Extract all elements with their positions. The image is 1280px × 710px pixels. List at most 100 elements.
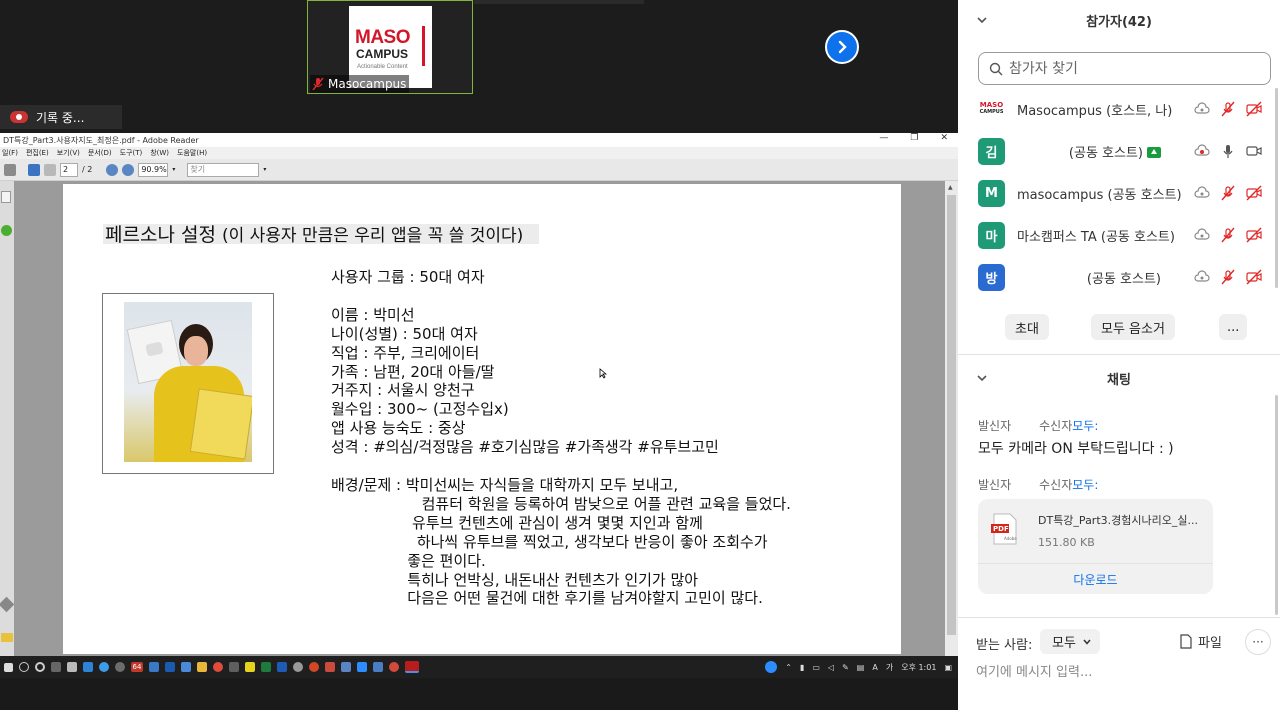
restore-button[interactable]: ❐	[910, 133, 918, 143]
participant-row[interactable]: 방 (공동 호스트)	[958, 256, 1280, 298]
clock[interactable]: 오후 1:01	[901, 662, 936, 673]
ime-icon[interactable]: A	[872, 663, 877, 672]
mic-muted-icon[interactable]	[1220, 227, 1236, 243]
zoom-app-icon[interactable]	[357, 662, 367, 672]
powerpoint-icon[interactable]	[309, 662, 319, 672]
mic-icon[interactable]	[1220, 143, 1236, 159]
chrome-icon[interactable]	[389, 662, 399, 672]
chat-message-input[interactable]: 여기에 메시지 입력...	[976, 661, 1092, 680]
video-off-icon[interactable]	[1246, 227, 1262, 243]
settings-icon[interactable]	[293, 662, 303, 672]
participant-search-input[interactable]	[1009, 60, 1259, 77]
participant-row[interactable]: M masocampus (공동 호스트)	[958, 172, 1280, 214]
speaker-icon[interactable]: ◁	[828, 663, 834, 672]
recipient-link[interactable]: 모두:	[1072, 419, 1098, 433]
video-off-icon[interactable]	[1246, 185, 1262, 201]
file-button[interactable]: 파일	[1180, 632, 1222, 651]
more-chat-options-button[interactable]: ···	[1245, 629, 1271, 655]
adobe-reader-icon[interactable]	[405, 661, 419, 673]
ime-hangul-icon[interactable]: 가	[886, 662, 893, 673]
close-button[interactable]: ✕	[940, 133, 948, 143]
network-icon[interactable]: ▭	[812, 663, 820, 672]
participant-scrollbar[interactable]	[1275, 88, 1278, 288]
menu-tools[interactable]: 도구(T)	[120, 148, 143, 158]
maps-icon[interactable]	[229, 662, 239, 672]
edge-new-icon[interactable]	[99, 662, 109, 672]
video-off-icon[interactable]	[1246, 101, 1262, 117]
download-button[interactable]: 다운로드	[978, 563, 1213, 594]
menu-view[interactable]: 보기(V)	[57, 148, 80, 158]
help-icon[interactable]	[1, 225, 12, 236]
recording-indicator[interactable]: 기록 중...	[0, 105, 122, 129]
participant-row[interactable]: 김 (공동 호스트)	[958, 130, 1280, 172]
chevron-down-icon[interactable]	[976, 372, 988, 384]
help-tray-icon[interactable]	[765, 661, 778, 673]
word-icon[interactable]	[277, 662, 287, 672]
reader-title-bar: DT특강_Part3.사용자지도_최정은.pdf - Adobe Reader …	[0, 133, 958, 147]
print-icon[interactable]	[4, 163, 16, 176]
kakao-icon[interactable]	[245, 662, 255, 672]
next-page-icon[interactable]	[44, 163, 56, 176]
video-tile-masocampus[interactable]: MASO CAMPUS Actionable Content Masocampu…	[307, 0, 473, 94]
recipient-select[interactable]: 모두	[1040, 629, 1100, 654]
comment-icon[interactable]	[1, 633, 13, 642]
prev-page-icon[interactable]	[28, 163, 40, 176]
excel-icon[interactable]	[261, 662, 271, 672]
page-number-input[interactable]: 2	[60, 162, 78, 177]
app-icon[interactable]	[181, 662, 191, 672]
participant-row[interactable]: 마 마소캠퍼스 TA (공동 호스트)	[958, 214, 1280, 256]
menu-file[interactable]: 일(F)	[2, 148, 18, 158]
chat-scrollbar[interactable]	[1275, 395, 1278, 615]
pen-icon[interactable]: ✎	[842, 663, 849, 672]
reader-scrollbar[interactable]: ▲	[945, 181, 958, 656]
notification-icon[interactable]: ▣	[944, 663, 952, 672]
app-icon[interactable]	[373, 662, 383, 672]
more-options-button[interactable]: ...	[1219, 314, 1248, 340]
chevron-up-icon[interactable]: ⌃	[785, 663, 792, 672]
app-icon[interactable]	[325, 662, 335, 672]
participant-name: masocampus (공동 호스트)	[1017, 187, 1182, 203]
zoom-input[interactable]: 90.9%	[138, 162, 169, 177]
app-icon[interactable]	[341, 662, 351, 672]
chat-header[interactable]: 채팅	[958, 361, 1280, 395]
keyboard-icon[interactable]: ▤	[857, 663, 865, 672]
pages-icon[interactable]	[1, 191, 11, 203]
reader-title: DT특강_Part3.사용자지도_최정은.pdf - Adobe Reader	[3, 135, 199, 145]
task-view-icon[interactable]	[51, 662, 61, 672]
store-icon[interactable]	[67, 662, 77, 672]
video-icon[interactable]	[1246, 143, 1262, 159]
chrome-icon[interactable]	[213, 662, 223, 672]
windows-start-icon[interactable]	[4, 662, 13, 672]
participant-row[interactable]: MASO CAMPUS Masocampus (호스트, 나)	[958, 88, 1280, 130]
app-icon[interactable]	[149, 662, 159, 672]
minimize-button[interactable]: —	[879, 133, 888, 143]
video-off-icon[interactable]	[1246, 269, 1262, 285]
folder-icon[interactable]	[197, 662, 207, 672]
find-input[interactable]: 찾기	[187, 162, 260, 177]
mail-icon[interactable]	[165, 662, 175, 672]
file-attachment-card[interactable]: PDF Adobe DT특강_Part3.경험시나리오_실... 151.80 …	[978, 499, 1213, 594]
menu-document[interactable]: 문서(D)	[88, 148, 112, 158]
mic-muted-icon[interactable]	[1220, 269, 1236, 285]
mute-all-button[interactable]: 모두 음소거	[1091, 314, 1175, 340]
app-icon[interactable]	[115, 662, 125, 672]
recipient-link[interactable]: 모두:	[1072, 478, 1098, 492]
badge-app-icon[interactable]: 64	[131, 662, 143, 672]
cortana-icon[interactable]	[35, 662, 45, 672]
menu-help[interactable]: 도움말(H)	[177, 148, 207, 158]
edge-icon[interactable]	[83, 662, 93, 672]
participants-header[interactable]: 참가자(42)	[958, 0, 1280, 40]
mic-muted-icon[interactable]	[1220, 185, 1236, 201]
mic-tray-icon[interactable]: ▮	[800, 663, 804, 672]
menu-edit[interactable]: 편집(E)	[26, 148, 49, 158]
zoom-out-icon[interactable]	[106, 163, 119, 176]
invite-button[interactable]: 초대	[1005, 314, 1049, 340]
participant-search[interactable]	[978, 52, 1271, 85]
zoom-in-icon[interactable]	[122, 163, 135, 176]
search-icon[interactable]	[19, 662, 29, 672]
attachment-icon[interactable]	[0, 596, 15, 613]
menu-window[interactable]: 창(W)	[150, 148, 169, 158]
mic-muted-icon[interactable]	[1220, 101, 1236, 117]
next-page-button[interactable]	[825, 30, 859, 64]
chevron-down-icon[interactable]	[976, 14, 988, 26]
